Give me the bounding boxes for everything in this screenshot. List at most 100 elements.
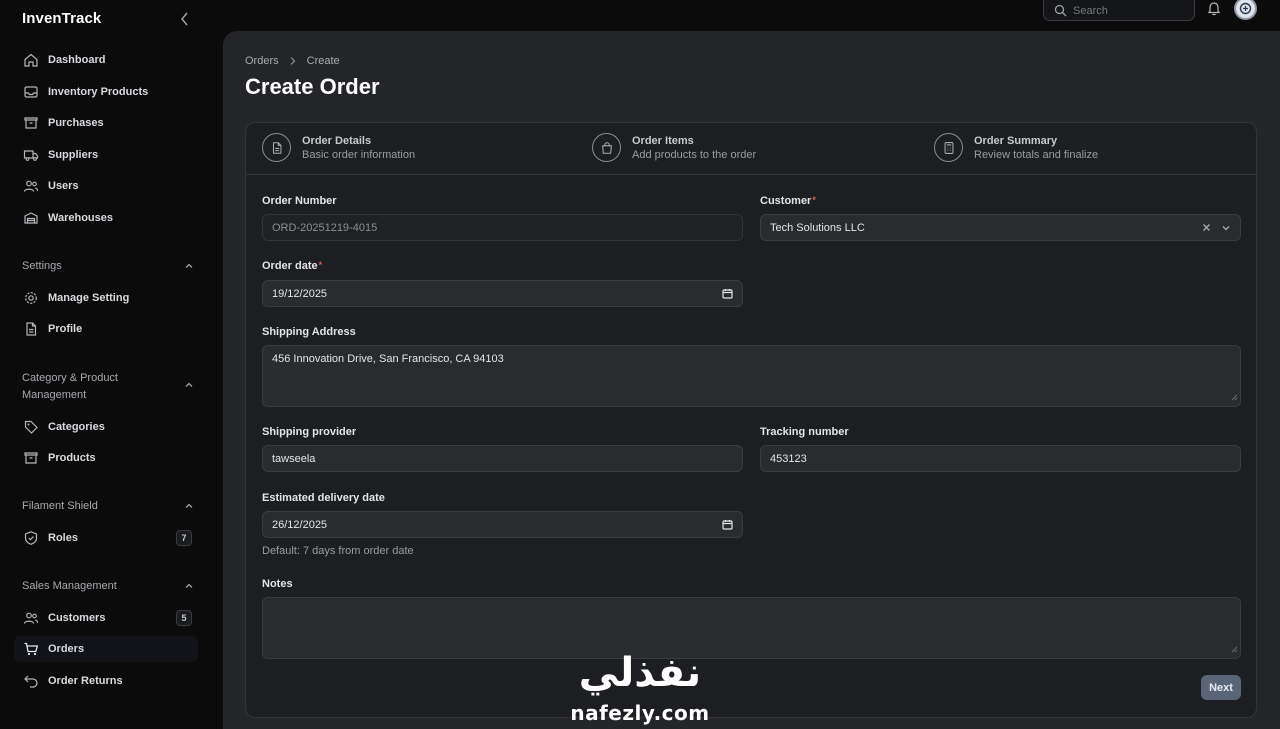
chevron-down-icon[interactable] bbox=[1221, 223, 1231, 233]
search-input[interactable] bbox=[1073, 4, 1183, 17]
calendar-icon[interactable] bbox=[722, 288, 733, 299]
required-mark: * bbox=[318, 260, 323, 270]
sidebar-item-inventory-products[interactable]: Inventory Products bbox=[14, 79, 198, 105]
order-date-input[interactable] bbox=[272, 287, 716, 300]
sidebar-item-manage-setting[interactable]: Manage Setting bbox=[14, 285, 198, 311]
order-wizard: Order Details Basic order information Or… bbox=[245, 122, 1257, 718]
step-order-items[interactable]: Order Items Add products to the order bbox=[592, 133, 756, 162]
calendar-icon[interactable] bbox=[722, 519, 733, 530]
main-content: Orders Create Create Order Order Details… bbox=[223, 31, 1280, 729]
user-avatar[interactable] bbox=[1234, 0, 1257, 20]
chevron-up-icon bbox=[184, 580, 194, 597]
sidebar-item-label: Categories bbox=[48, 421, 105, 433]
sidebar-item-products[interactable]: Products bbox=[14, 445, 198, 471]
notifications-bell-icon[interactable] bbox=[1206, 0, 1222, 16]
notes-label: Notes bbox=[262, 578, 293, 590]
group-label: Settings bbox=[22, 260, 62, 272]
order-number-input[interactable] bbox=[272, 221, 733, 234]
sidebar-item-warehouses[interactable]: Warehouses bbox=[14, 205, 198, 231]
collapse-sidebar-button[interactable] bbox=[177, 10, 193, 28]
document-icon bbox=[22, 320, 40, 338]
resize-handle-icon[interactable] bbox=[1231, 392, 1238, 404]
sidebar-item-roles[interactable]: Roles 7 bbox=[14, 525, 198, 551]
group-category-toggle[interactable]: Category & Product Management bbox=[22, 370, 194, 404]
archive-icon bbox=[22, 114, 40, 132]
next-button[interactable]: Next bbox=[1201, 675, 1241, 700]
sidebar-item-users[interactable]: Users bbox=[14, 173, 198, 199]
warehouse-icon bbox=[22, 209, 40, 227]
sidebar-item-label: Roles bbox=[48, 532, 78, 544]
chevron-right-icon bbox=[289, 56, 297, 66]
group-settings-toggle[interactable]: Settings bbox=[22, 258, 194, 275]
brand-logo[interactable]: InvenTrack bbox=[22, 10, 101, 27]
shipping-address-value: 456 Innovation Drive, San Francisco, CA … bbox=[272, 353, 504, 365]
shield-icon bbox=[22, 529, 40, 547]
users-icon bbox=[22, 177, 40, 195]
step-subtitle: Review totals and finalize bbox=[974, 148, 1099, 161]
sidebar-item-profile[interactable]: Profile bbox=[14, 316, 198, 342]
customer-select-value[interactable] bbox=[770, 221, 1202, 234]
wizard-steps: Order Details Basic order information Or… bbox=[246, 123, 1256, 175]
sidebar-item-label: Suppliers bbox=[48, 149, 99, 161]
order-date-field[interactable] bbox=[262, 280, 743, 307]
shipping-provider-field[interactable] bbox=[262, 445, 743, 472]
breadcrumb-current: Create bbox=[306, 55, 340, 67]
truck-icon bbox=[22, 146, 40, 164]
gear-icon bbox=[22, 289, 40, 307]
document-icon bbox=[262, 133, 291, 162]
step-order-summary[interactable]: Order Summary Review totals and finalize bbox=[934, 133, 1098, 162]
chevron-up-icon bbox=[184, 500, 194, 517]
step-order-details[interactable]: Order Details Basic order information bbox=[262, 133, 415, 162]
tag-icon bbox=[22, 418, 40, 436]
sidebar-item-label: Manage Setting bbox=[48, 292, 130, 304]
home-icon bbox=[22, 51, 40, 69]
sidebar-item-label: Orders bbox=[48, 643, 85, 655]
sidebar-item-label: Warehouses bbox=[48, 212, 114, 224]
global-search[interactable] bbox=[1043, 0, 1195, 21]
tracking-number-input[interactable] bbox=[770, 452, 1231, 465]
return-icon bbox=[22, 672, 40, 690]
tracking-number-field[interactable] bbox=[760, 445, 1241, 472]
page-title: Create Order bbox=[245, 74, 380, 99]
estimated-delivery-label: Estimated delivery date bbox=[262, 492, 385, 504]
group-label-line2: Management bbox=[22, 389, 87, 401]
count-badge: 7 bbox=[176, 530, 192, 546]
sidebar-item-purchases[interactable]: Purchases bbox=[14, 110, 198, 136]
required-mark: * bbox=[812, 195, 816, 205]
users-icon bbox=[22, 609, 40, 627]
step-title: Order Items bbox=[632, 134, 694, 147]
tracking-number-label: Tracking number bbox=[760, 426, 849, 438]
estimated-delivery-input[interactable] bbox=[272, 518, 716, 531]
breadcrumb-orders-link[interactable]: Orders bbox=[245, 55, 279, 67]
sidebar-item-suppliers[interactable]: Suppliers bbox=[14, 142, 198, 168]
group-label: Category & Product bbox=[22, 372, 118, 384]
search-icon bbox=[1054, 4, 1067, 17]
sidebar-item-dashboard[interactable]: Dashboard bbox=[14, 47, 198, 73]
order-date-label-text: Order date bbox=[262, 260, 318, 272]
chevron-up-icon bbox=[184, 260, 194, 277]
customer-select[interactable] bbox=[760, 214, 1241, 241]
shipping-address-textarea[interactable]: 456 Innovation Drive, San Francisco, CA … bbox=[262, 345, 1241, 407]
archive-icon bbox=[22, 449, 40, 467]
sidebar: InvenTrack Dashboard Inventory Products … bbox=[0, 0, 222, 729]
shipping-address-label: Shipping Address bbox=[262, 326, 356, 338]
shipping-provider-label: Shipping provider bbox=[262, 426, 357, 438]
customer-label-text: Customer bbox=[760, 195, 812, 207]
clear-icon[interactable] bbox=[1202, 223, 1211, 232]
order-number-label: Order Number bbox=[262, 195, 337, 207]
group-sales-toggle[interactable]: Sales Management bbox=[22, 578, 194, 595]
notes-textarea[interactable] bbox=[262, 597, 1241, 659]
sidebar-item-label: Dashboard bbox=[48, 54, 106, 66]
resize-handle-icon[interactable] bbox=[1231, 644, 1238, 656]
estimated-delivery-field[interactable] bbox=[262, 511, 743, 538]
order-number-field[interactable] bbox=[262, 214, 743, 241]
sidebar-item-order-returns[interactable]: Order Returns bbox=[14, 668, 198, 694]
sidebar-item-customers[interactable]: Customers 5 bbox=[14, 605, 198, 631]
step-title: Order Details bbox=[302, 134, 372, 147]
calculator-icon bbox=[934, 133, 963, 162]
sidebar-item-categories[interactable]: Categories bbox=[14, 414, 198, 440]
sidebar-item-orders[interactable]: Orders bbox=[14, 636, 198, 662]
sidebar-item-label: Customers bbox=[48, 612, 106, 624]
shipping-provider-input[interactable] bbox=[272, 452, 733, 465]
group-shield-toggle[interactable]: Filament Shield bbox=[22, 498, 194, 515]
